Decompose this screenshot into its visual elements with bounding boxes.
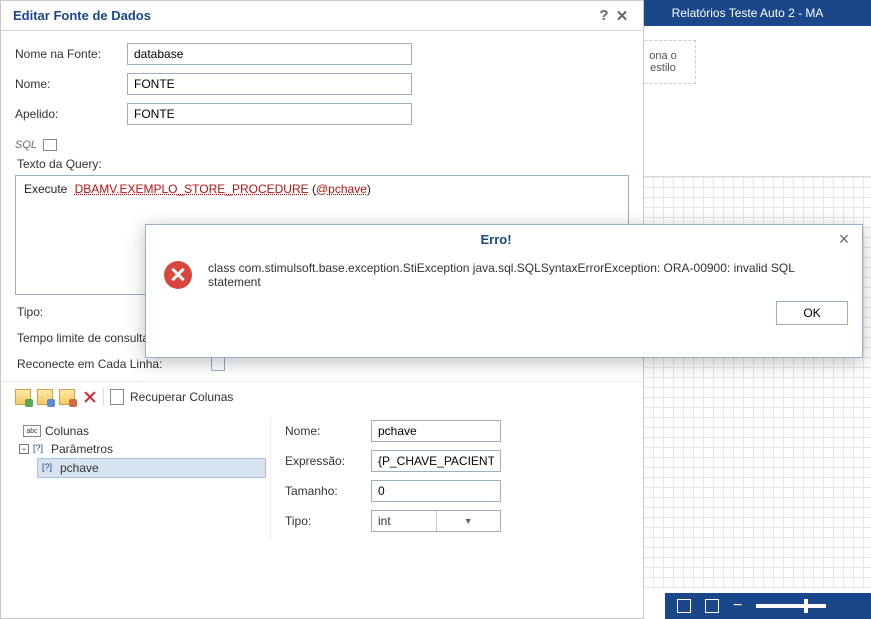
columns-icon: abc [23, 425, 41, 437]
page-view-icon[interactable] [677, 599, 691, 613]
input-name[interactable] [127, 73, 412, 95]
query-label: Texto da Query: [1, 157, 643, 171]
label-name: Nome: [15, 77, 127, 91]
query-keyword: Execute [24, 182, 67, 196]
tree-param-pchave[interactable]: [?] pchave [37, 458, 266, 478]
input-name-in-source[interactable] [127, 43, 412, 65]
prop-expr-label: Expressão: [285, 454, 371, 468]
label-reconnect: Reconecte em Cada Linha: [17, 357, 211, 371]
label-alias: Apelido: [15, 107, 127, 121]
error-message: class com.stimulsoft.base.exception.StiE… [208, 261, 844, 289]
tree-columns-header[interactable]: abc Colunas [19, 422, 266, 440]
prop-type-value: int [372, 511, 436, 531]
prop-size-label: Tamanho: [285, 484, 371, 498]
retrieve-columns-icon[interactable] [110, 389, 124, 405]
checkbox-reconnect[interactable] [211, 357, 225, 371]
prop-name-label: Nome: [285, 424, 371, 438]
error-ok-button[interactable]: OK [776, 301, 848, 325]
app-title: Relatórios Teste Auto 2 - MA [672, 6, 824, 20]
query-proc: DBAMV.EXEMPLO_STORE_PROCEDURE [75, 182, 309, 196]
close-icon[interactable]: ✕ [613, 7, 631, 25]
header-form: Nome na Fonte: Nome: Apelido: [1, 31, 643, 139]
param-properties: Nome: Expressão: Tamanho: Tipo: int ▼ [285, 418, 633, 540]
app-title-bar: Relatórios Teste Auto 2 - MA [624, 0, 871, 26]
retrieve-columns-button[interactable]: Recuperar Colunas [130, 390, 233, 404]
sql-header-label: SQL [15, 139, 37, 151]
error-body: class com.stimulsoft.base.exception.StiE… [146, 253, 862, 293]
tree-param-label: pchave [60, 461, 99, 475]
params-icon: [?] [33, 443, 47, 455]
error-title: Erro! [156, 232, 836, 247]
status-bar: − [665, 593, 871, 619]
params-tree[interactable]: abc Colunas − [?] Parâmetros [?] pchave [11, 418, 271, 540]
sql-icon[interactable] [43, 139, 57, 151]
tree-columns-label: Colunas [45, 424, 89, 438]
prop-type-label: Tipo: [285, 514, 371, 528]
label-name-in-source: Nome na Fonte: [15, 47, 127, 61]
prop-size-input[interactable] [371, 480, 501, 502]
input-alias[interactable] [127, 103, 412, 125]
page-view2-icon[interactable] [705, 599, 719, 613]
error-close-icon[interactable]: × [836, 229, 852, 250]
columns-toolbar: Recuperar Colunas [1, 381, 643, 412]
zoom-slider[interactable] [756, 604, 826, 608]
add-param-icon[interactable] [59, 389, 75, 405]
chevron-down-icon[interactable]: ▼ [436, 511, 501, 531]
delete-icon[interactable] [81, 389, 97, 405]
sql-header: SQL [1, 139, 643, 151]
error-dialog: Erro! × class com.stimulsoft.base.except… [145, 224, 863, 358]
collapse-icon[interactable]: − [19, 444, 29, 454]
tree-params-header[interactable]: − [?] Parâmetros [15, 440, 266, 458]
toolbar-separator [103, 388, 104, 406]
query-open: ( [309, 182, 316, 196]
query-close: ) [367, 182, 371, 196]
query-param: @pchave [316, 182, 367, 196]
add-calc-column-icon[interactable] [37, 389, 53, 405]
prop-expr-input[interactable] [371, 450, 501, 472]
add-column-icon[interactable] [15, 389, 31, 405]
param-item-icon: [?] [42, 462, 56, 474]
error-icon [164, 261, 192, 289]
prop-name-input[interactable] [371, 420, 501, 442]
zoom-slider-thumb[interactable] [804, 599, 808, 613]
columns-panel: abc Colunas − [?] Parâmetros [?] pchave … [1, 412, 643, 550]
help-icon[interactable]: ? [595, 7, 613, 24]
prop-type-select[interactable]: int ▼ [371, 510, 501, 532]
tree-params-label: Parâmetros [51, 442, 113, 456]
dialog-title: Editar Fonte de Dados [13, 8, 151, 23]
error-title-bar: Erro! × [146, 225, 862, 253]
dialog-title-bar: Editar Fonte de Dados ? ✕ [1, 1, 643, 31]
